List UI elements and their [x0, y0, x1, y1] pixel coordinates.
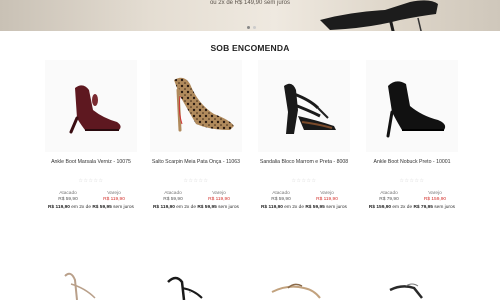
installment-suffix: sem juros [434, 205, 456, 210]
atacado-label: Atacado [380, 191, 398, 196]
installment-text: R$ 119,90 em 2x de R$ 59,95 sem juros [41, 205, 141, 211]
varejo-label: Varejo [320, 191, 334, 196]
varejo-price: Varejo R$ 119,90 [91, 191, 137, 203]
product-image[interactable] [366, 60, 458, 152]
product-card-row2[interactable] [258, 262, 350, 300]
varejo-price: Varejo R$ 159,90 [412, 191, 458, 203]
hero-caption: ou 2x de R$ 149,90 sem juros [209, 0, 291, 6]
product-card[interactable]: Salto Scarpin Meia Pata Onça - 11063 ☆☆☆… [150, 60, 242, 220]
installment-part: R$ 59,95 [305, 205, 325, 210]
shoe-dark-image [389, 283, 423, 299]
installment-part: R$ 79,95 [413, 205, 433, 210]
installment-text: R$ 119,90 em 2x de R$ 59,95 sem juros [146, 205, 246, 211]
installment-text: R$ 159,90 em 2x de R$ 79,95 sem juros [362, 205, 462, 211]
product-image[interactable] [150, 60, 242, 152]
varejo-value: R$ 119,90 [208, 197, 230, 202]
installment-price: R$ 119,90 [48, 205, 70, 210]
installment-part: R$ 59,95 [92, 205, 112, 210]
product-name[interactable]: Ankle Boot Nobuck Preto - 10001 [358, 159, 466, 165]
rating-stars: ☆☆☆☆☆ [291, 178, 317, 184]
atacado-value: R$ 59,90 [271, 197, 291, 202]
product-name[interactable]: Salto Scarpin Meia Pata Onça - 11063 [142, 159, 250, 165]
atacado-price: Atacado R$ 79,90 [366, 191, 412, 203]
atacado-label: Atacado [272, 191, 290, 196]
rating-stars: ☆☆☆☆☆ [183, 178, 209, 184]
installment-price: R$ 119,90 [153, 205, 175, 210]
varejo-value: R$ 119,90 [103, 197, 125, 202]
product-card[interactable]: Sandalia Bloco Marrom e Preta - 8008 ☆☆☆… [258, 60, 350, 220]
installment-part: R$ 59,95 [197, 205, 217, 210]
varejo-price: Varejo R$ 119,90 [196, 191, 242, 203]
hero-banner[interactable]: ou 2x de R$ 149,90 sem juros [0, 0, 500, 31]
atacado-value: R$ 59,90 [58, 197, 78, 202]
sandalia-bloco-image [284, 83, 336, 134]
installment-suffix: sem juros [113, 205, 134, 210]
varejo-label: Varejo [107, 191, 121, 196]
installment-suffix: sem juros [326, 205, 347, 210]
product-image[interactable] [258, 60, 350, 152]
atacado-label: Atacado [164, 191, 182, 196]
section-title: SOB ENCOMENDA [210, 43, 290, 53]
installment-price: R$ 159,90 [368, 205, 392, 210]
shoe-tan-image [271, 283, 321, 299]
product-card[interactable]: Ankle Boot Nobuck Preto - 10001 ☆☆☆☆☆ At… [366, 60, 458, 220]
product-card-row2[interactable] [150, 262, 242, 300]
atacado-value: R$ 79,90 [379, 197, 399, 202]
scarpin-onca-image [174, 77, 234, 132]
atacado-price: Atacado R$ 59,90 [45, 191, 91, 203]
installment-price: R$ 119,90 [261, 205, 283, 210]
carousel-dot[interactable] [253, 26, 256, 29]
carousel-dot[interactable] [247, 26, 250, 29]
product-card-row2[interactable] [366, 262, 458, 300]
installment-suffix: sem juros [218, 205, 239, 210]
product-card[interactable]: Ankle Boot Marsala Verniz - 10075 ☆☆☆☆☆ … [45, 60, 137, 220]
varejo-label: Varejo [428, 191, 442, 196]
sandal-black-image [167, 276, 203, 300]
installment-mid: em 2x de [71, 205, 91, 210]
product-name[interactable]: Sandalia Bloco Marrom e Preta - 8008 [250, 159, 358, 165]
product-image[interactable] [45, 60, 137, 152]
rating-stars: ☆☆☆☆☆ [399, 178, 425, 184]
installment-text: R$ 119,90 em 2x de R$ 59,95 sem juros [254, 205, 354, 211]
atacado-label: Atacado [59, 191, 77, 196]
varejo-price: Varejo R$ 119,90 [304, 191, 350, 203]
varejo-value: R$ 159,90 [423, 197, 447, 202]
atacado-price: Atacado R$ 59,90 [150, 191, 196, 203]
installment-mid: em 2x de [176, 205, 196, 210]
product-card-row2[interactable] [45, 262, 137, 300]
installment-mid: em 2x de [392, 205, 413, 210]
installment-mid: em 2x de [284, 205, 304, 210]
product-name[interactable]: Ankle Boot Marsala Verniz - 10075 [37, 159, 145, 165]
sandal-nude-image [64, 272, 96, 300]
atacado-value: R$ 59,90 [163, 197, 183, 202]
rating-stars: ☆☆☆☆☆ [78, 178, 104, 184]
ankle-boot-nobuck-image [386, 81, 446, 138]
ankle-boot-marsala-image [69, 85, 121, 134]
atacado-price: Atacado R$ 59,90 [258, 191, 304, 203]
varejo-value: R$ 119,90 [316, 197, 338, 202]
varejo-label: Varejo [212, 191, 226, 196]
